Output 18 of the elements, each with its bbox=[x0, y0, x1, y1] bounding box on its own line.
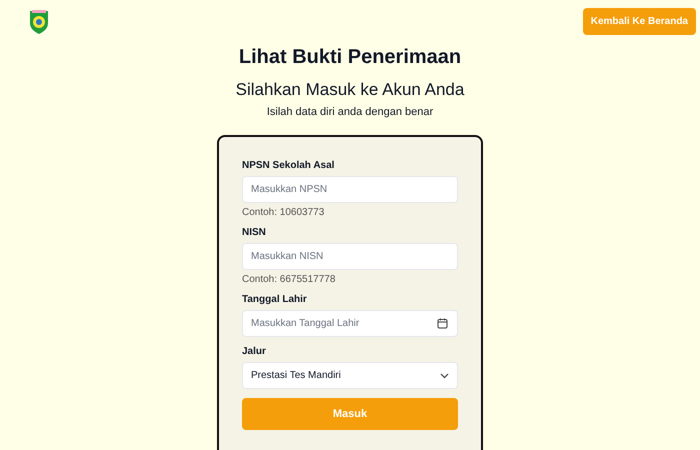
home-button[interactable]: Kembali Ke Beranda bbox=[582, 8, 696, 35]
field-hint: Contoh: 6675517778 bbox=[242, 274, 336, 285]
input-field[interactable]: Masukkan NISN bbox=[242, 243, 458, 270]
field-label: NPSN Sekolah Asal bbox=[242, 160, 336, 171]
date-field[interactable]: Masukkan Tanggal Lahir bbox=[242, 310, 458, 337]
input-field[interactable]: Masukkan NPSN bbox=[242, 176, 458, 203]
submit-button[interactable]: Masuk bbox=[242, 398, 458, 430]
logo-icon bbox=[29, 8, 49, 34]
page-subtitle: Silahkan Masuk ke Akun Anda bbox=[234, 79, 466, 101]
field-label: Tanggal Lahir bbox=[242, 294, 308, 305]
calendar-icon bbox=[437, 318, 448, 329]
field-hint: Contoh: 10603773 bbox=[242, 207, 326, 218]
field-label: Jalur bbox=[242, 346, 267, 357]
instruction-text: Isilah data diri anda dengan benar bbox=[266, 105, 434, 119]
chevron-down-icon bbox=[440, 372, 449, 378]
field-label: NISN bbox=[242, 227, 267, 238]
select-field[interactable]: Prestasi Tes Mandiri bbox=[242, 362, 458, 389]
page-title: Lihat Bukti Penerimaan bbox=[238, 45, 462, 69]
